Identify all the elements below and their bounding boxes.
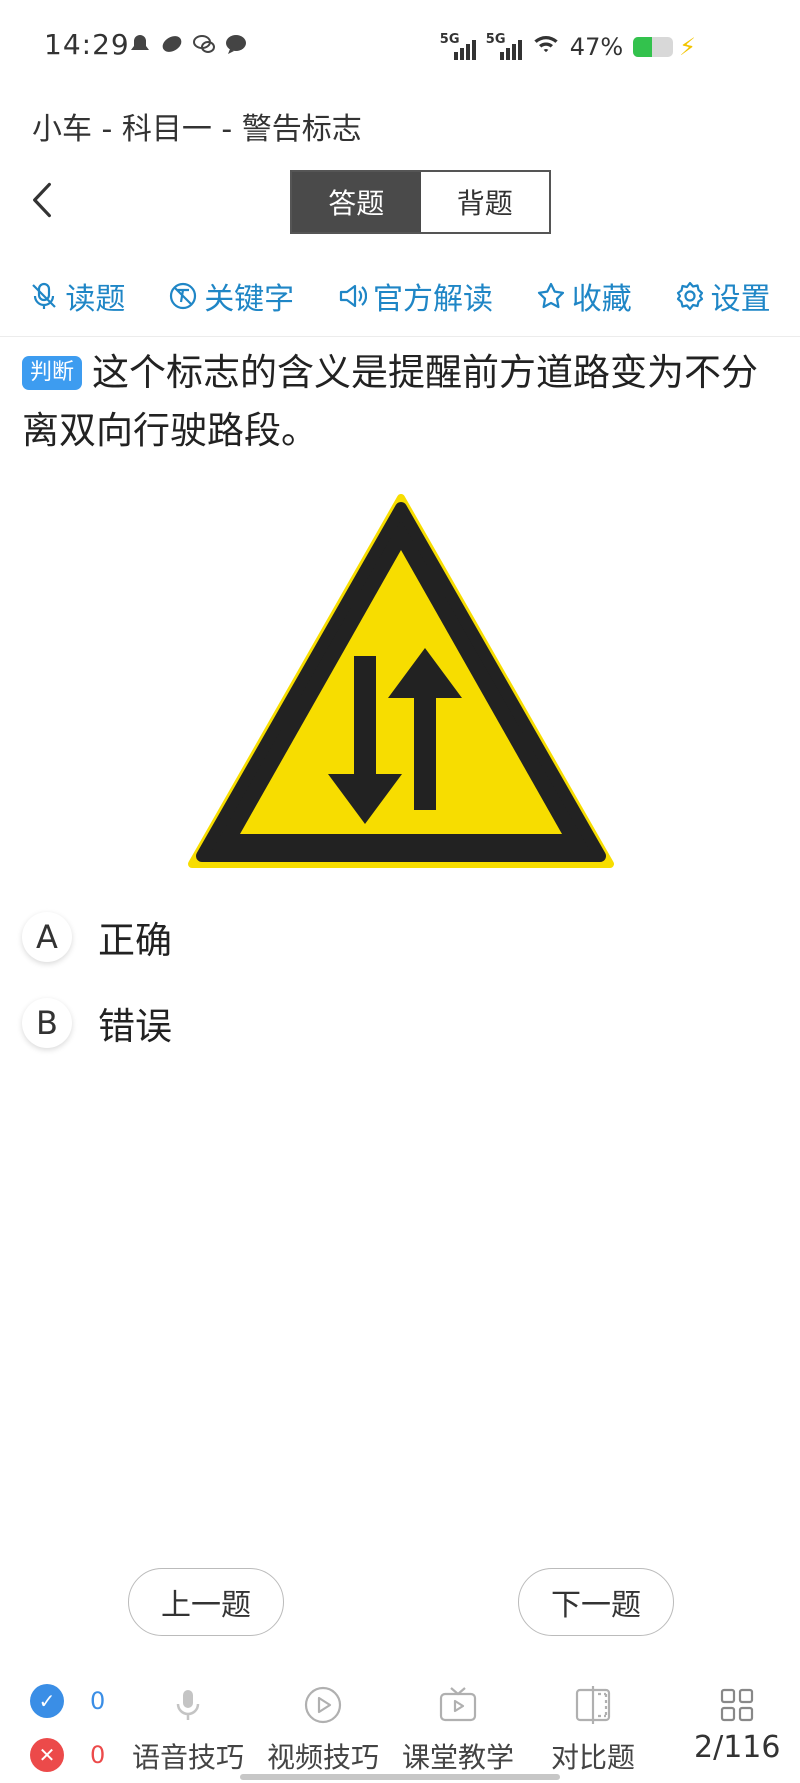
compare-questions-button[interactable]: 对比题	[551, 1684, 635, 1776]
status-bar: 14:29 5G 5G 47% ⚡	[0, 0, 800, 96]
option-a-text: 正确	[98, 919, 172, 962]
favorite-label: 收藏	[571, 282, 632, 317]
keyword-label: 关键字	[204, 282, 295, 317]
progress-counter: 2/116	[694, 1730, 781, 1765]
read-question-button[interactable]: 读题	[29, 274, 125, 318]
favorite-button[interactable]: 收藏	[536, 274, 632, 318]
question-text: 这个标志的含义是提醒前方道路变为不分离双向行驶路段。	[22, 351, 759, 452]
official-explanation-button[interactable]: 官方解读	[337, 274, 493, 318]
tab-answer[interactable]: 答题	[292, 172, 421, 232]
voice-tips-button[interactable]: 语音技巧	[132, 1684, 244, 1776]
game-icon	[160, 32, 184, 56]
option-b[interactable]: B 错误	[22, 996, 172, 1050]
home-indicator[interactable]	[240, 1774, 560, 1780]
read-question-label: 读题	[65, 282, 126, 317]
wechat-icon	[192, 32, 216, 56]
option-b-letter: B	[22, 998, 72, 1048]
toolbar: 读题 关键字 官方解读 收藏 设置	[0, 268, 800, 324]
next-question-button[interactable]: 下一题	[518, 1568, 674, 1636]
microphone-icon	[176, 1690, 200, 1720]
option-a-letter: A	[22, 912, 72, 962]
option-a[interactable]: A 正确	[22, 910, 172, 964]
gear-icon	[676, 281, 703, 311]
speaker-icon	[339, 284, 367, 308]
video-tips-label: 视频技巧	[267, 1741, 380, 1774]
question-type-badge: 判断	[22, 356, 83, 390]
charging-icon: ⚡	[679, 33, 696, 61]
compare-icon	[575, 1686, 611, 1724]
status-notification-icons	[128, 32, 248, 56]
status-time: 14:29	[44, 28, 130, 61]
checkmark-icon: ✓	[30, 1684, 64, 1718]
page-title: 小车 - 科目一 - 警告标志	[32, 112, 362, 147]
video-tips-button[interactable]: 视频技巧	[267, 1684, 379, 1776]
keyword-icon	[170, 282, 197, 310]
option-b-text: 错误	[98, 1005, 172, 1048]
correct-count-row: ✓ 0	[30, 1684, 105, 1718]
question-grid-button[interactable]: 2/116	[694, 1684, 780, 1765]
battery-percent: 47%	[569, 33, 624, 61]
two-way-traffic-sign-image	[188, 494, 614, 870]
star-icon	[537, 282, 564, 309]
previous-question-button[interactable]: 上一题	[128, 1568, 284, 1636]
wrong-count: 0	[90, 1741, 106, 1769]
compare-questions-label: 对比题	[551, 1741, 636, 1774]
settings-button[interactable]: 设置	[675, 274, 771, 318]
tab-memorize[interactable]: 背题	[420, 172, 549, 232]
chevron-left-icon	[33, 182, 51, 218]
battery-icon	[633, 37, 674, 57]
mode-tabs: 答题 背题	[290, 170, 551, 234]
wifi-icon	[532, 30, 560, 64]
question: 判断 这个标志的含义是提醒前方道路变为不分离双向行驶路段。	[22, 344, 782, 460]
cross-icon: ✕	[30, 1738, 64, 1772]
cellular-signal-icon-2: 5G	[486, 32, 522, 60]
correct-count: 0	[90, 1687, 106, 1715]
voice-tips-label: 语音技巧	[132, 1741, 245, 1774]
keyword-button[interactable]: 关键字	[168, 274, 294, 318]
back-button[interactable]	[22, 172, 62, 228]
play-icon	[304, 1686, 342, 1724]
cellular-signal-icon: 5G	[440, 32, 476, 60]
wrong-count-row: ✕ 0	[30, 1738, 105, 1772]
settings-label: 设置	[710, 282, 771, 317]
classroom-teaching-label: 课堂教学	[402, 1741, 515, 1774]
official-explanation-label: 官方解读	[372, 282, 493, 317]
message-icon	[224, 32, 248, 56]
status-right: 5G 5G 47% ⚡	[440, 30, 696, 64]
tv-icon	[439, 1687, 477, 1722]
grid-icon	[721, 1688, 754, 1722]
classroom-teaching-button[interactable]: 课堂教学	[402, 1684, 514, 1776]
toolbar-divider	[0, 336, 800, 337]
notification-icon	[128, 32, 152, 56]
mic-off-icon	[32, 282, 57, 309]
